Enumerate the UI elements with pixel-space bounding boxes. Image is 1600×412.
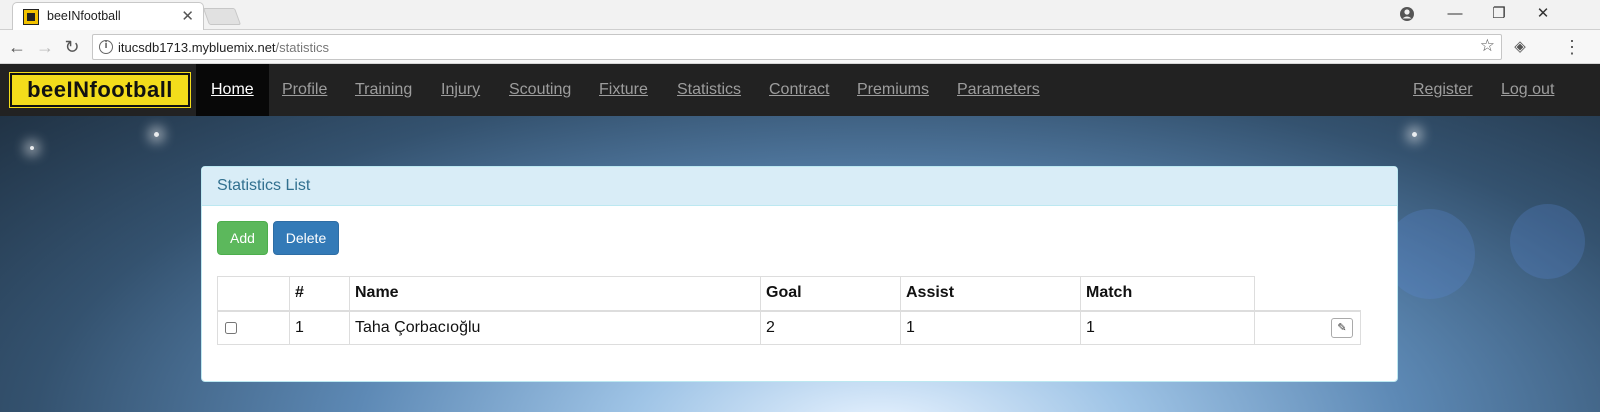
nav-training[interactable]: Training <box>355 64 412 116</box>
column-header-name: Name <box>349 276 761 312</box>
column-header-match: Match <box>1080 276 1255 312</box>
row-select-cell <box>217 310 290 345</box>
bokeh-decoration <box>1385 209 1475 299</box>
row-assist: 1 <box>900 310 1081 345</box>
browser-tab[interactable]: beeINfootball ✕ <box>12 2 204 30</box>
restore-icon[interactable]: ❐ <box>1484 3 1514 25</box>
row-goal: 2 <box>760 310 901 345</box>
bokeh-decoration <box>1510 204 1585 279</box>
minimize-icon[interactable]: — <box>1440 3 1470 25</box>
nav-parameters[interactable]: Parameters <box>957 64 1040 116</box>
delete-button[interactable]: Delete <box>273 221 339 255</box>
tab-title: beeINfootball <box>47 9 121 23</box>
row-number: 1 <box>289 310 350 345</box>
nav-contract[interactable]: Contract <box>769 64 829 116</box>
browser-titlebar: beeINfootball ✕ — ❐ ✕ <box>0 0 1600 30</box>
row-checkbox[interactable] <box>225 321 237 334</box>
stadium-light <box>154 132 159 137</box>
forward-arrow-icon[interactable]: → <box>33 35 57 59</box>
add-button[interactable]: Add <box>217 221 268 255</box>
favicon-icon <box>23 9 39 25</box>
nav-premiums[interactable]: Premiums <box>857 64 929 116</box>
address-bar[interactable]: i itucsdb1713.mybluemix.net/statistics ☆ <box>92 34 1502 60</box>
nav-statistics[interactable]: Statistics <box>677 64 741 116</box>
stadium-light <box>30 146 34 150</box>
navbar: beeINfootball Home Profile Training Inju… <box>0 64 1600 116</box>
statistics-table: # Name Goal Assist Match 1 Taha Çorbacıo… <box>217 276 1361 345</box>
table-header-row: # Name Goal Assist Match <box>217 276 1361 312</box>
stadium-light <box>1412 132 1417 137</box>
column-header-goal: Goal <box>760 276 901 312</box>
close-window-icon[interactable]: ✕ <box>1528 3 1558 25</box>
column-header-select <box>217 276 290 312</box>
info-icon[interactable]: i <box>99 40 113 54</box>
extension-icon[interactable]: ◈ <box>1508 35 1532 59</box>
nav-profile[interactable]: Profile <box>282 64 327 116</box>
panel-title: Statistics List <box>202 167 1397 206</box>
nav-scouting[interactable]: Scouting <box>509 64 571 116</box>
bookmark-star-icon[interactable]: ☆ <box>1480 36 1495 56</box>
nav-logout[interactable]: Log out <box>1501 64 1554 116</box>
row-actions: ✎ <box>1254 310 1361 345</box>
back-arrow-icon[interactable]: ← <box>5 35 29 59</box>
nav-register[interactable]: Register <box>1413 64 1473 116</box>
nav-home[interactable]: Home <box>196 64 269 116</box>
new-tab-button[interactable] <box>202 8 242 25</box>
table-row: 1 Taha Çorbacıoğlu 2 1 1 ✎ <box>217 310 1361 345</box>
profile-icon[interactable] <box>1392 3 1422 25</box>
close-tab-icon[interactable]: ✕ <box>181 7 194 25</box>
brand-logo[interactable]: beeINfootball <box>9 72 191 108</box>
row-match: 1 <box>1080 310 1255 345</box>
nav-fixture[interactable]: Fixture <box>599 64 648 116</box>
edit-icon[interactable]: ✎ <box>1331 317 1353 338</box>
statistics-panel: Statistics List Add Delete # Name Goal A… <box>201 166 1398 382</box>
address-toolbar: ← → ↻ i itucsdb1713.mybluemix.net/statis… <box>0 30 1600 64</box>
url-text[interactable]: itucsdb1713.mybluemix.net/statistics <box>118 40 329 55</box>
column-header-number: # <box>289 276 350 312</box>
menu-icon[interactable]: ⋮ <box>1560 35 1584 59</box>
reload-icon[interactable]: ↻ <box>60 35 84 59</box>
page-background: beeINfootball Home Profile Training Inju… <box>0 64 1600 412</box>
column-header-assist: Assist <box>900 276 1081 312</box>
row-name: Taha Çorbacıoğlu <box>349 310 761 345</box>
nav-injury[interactable]: Injury <box>441 64 480 116</box>
column-header-actions <box>1254 276 1361 312</box>
